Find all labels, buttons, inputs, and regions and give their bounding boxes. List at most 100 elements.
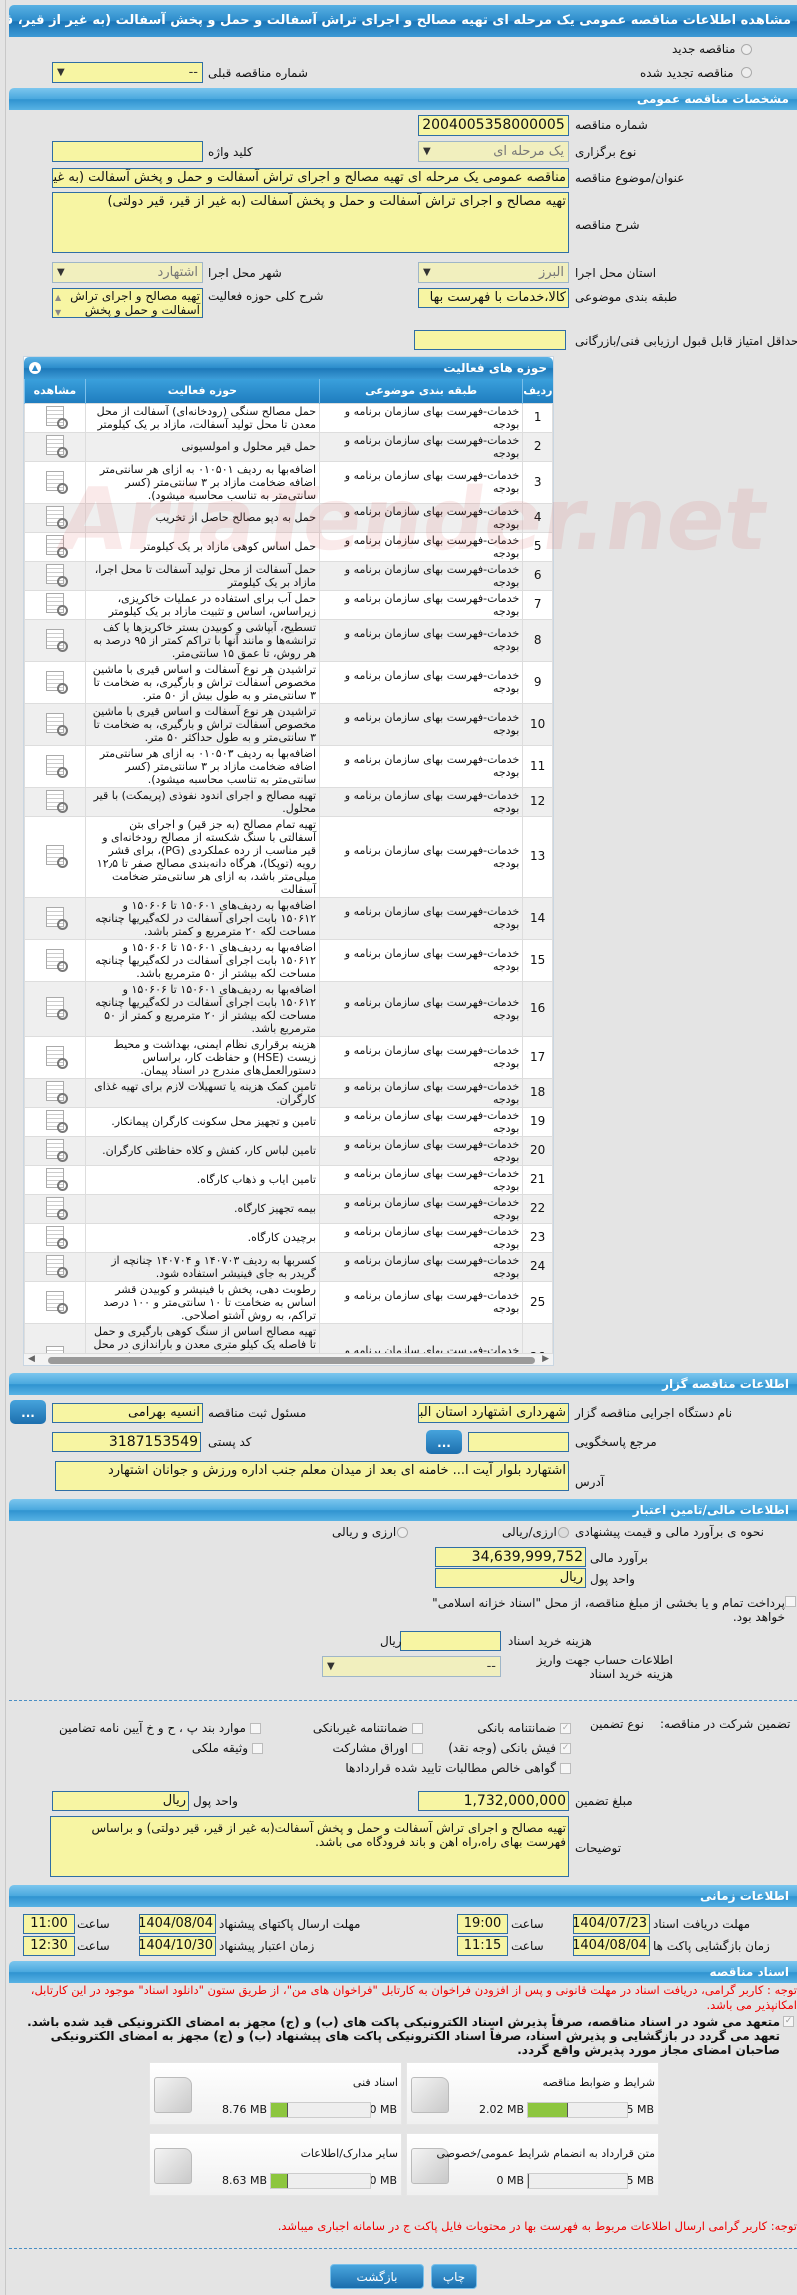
folder-icon[interactable] — [411, 2077, 449, 2113]
radio-currency-and-rial[interactable] — [397, 1527, 408, 1538]
guarantee-checkbox[interactable]: ✓ — [560, 1743, 571, 1754]
validity-date[interactable]: 1404/10/30 — [139, 1936, 216, 1956]
view-button[interactable] — [24, 431, 86, 462]
opening-time[interactable]: 11:15 — [457, 1936, 508, 1956]
view-button[interactable] — [24, 531, 86, 562]
organizer-name-field[interactable]: شهرداری اشتهارد استان البرز — [418, 1403, 569, 1423]
description-field[interactable]: تهیه مصالح و اجرای تراش آسفالت و حمل و پ… — [52, 192, 569, 253]
view-document-icon[interactable] — [45, 435, 68, 458]
submit-deadline-time[interactable]: 11:00 — [23, 1914, 75, 1934]
guarantee-currency-field[interactable]: ریال — [52, 1791, 189, 1811]
guarantee-checkbox[interactable] — [560, 1763, 571, 1774]
document-card[interactable]: شرایط و ضوابط مناقصه 5 MB 2.02 MB — [406, 2062, 659, 2125]
reference-field[interactable] — [468, 1432, 569, 1452]
guarantee-checkbox[interactable] — [412, 1723, 423, 1734]
view-button[interactable] — [24, 938, 86, 982]
view-document-icon[interactable] — [45, 1139, 68, 1162]
keyword-field[interactable] — [52, 141, 203, 162]
min-score-field[interactable] — [414, 330, 566, 350]
scroll-right-icon[interactable]: ▶ — [542, 1354, 549, 1364]
view-button[interactable] — [24, 744, 86, 788]
radio-rial[interactable] — [558, 1527, 569, 1538]
view-document-icon[interactable] — [45, 1168, 68, 1191]
doc-deadline-date[interactable]: 1404/07/23 — [573, 1914, 650, 1934]
commitment-checkbox[interactable]: ✓ — [783, 2016, 794, 2027]
document-card[interactable]: متن قرارداد به انضمام شرایط عمومی/خصوصی … — [406, 2133, 659, 2196]
view-button[interactable] — [24, 1035, 86, 1079]
view-document-icon[interactable] — [45, 535, 68, 558]
view-button[interactable] — [24, 589, 86, 620]
postal-code-field[interactable]: 3187153549 — [52, 1432, 201, 1452]
view-document-icon[interactable] — [45, 506, 68, 529]
collapse-icon[interactable]: ▲ — [29, 362, 41, 374]
view-button[interactable] — [24, 402, 86, 433]
activity-scope-listbox[interactable]: تهیه مصالح و اجرای تراش آسفالت و حمل و پ… — [52, 288, 203, 318]
city-select[interactable]: اشتهارد ▼ — [52, 262, 203, 283]
guarantee-checkbox[interactable]: ✓ — [560, 1723, 571, 1734]
view-button[interactable] — [24, 1251, 86, 1282]
guarantee-notes-field[interactable]: تهیه مصالح و اجرای تراش آسفالت و حمل و پ… — [50, 1816, 569, 1877]
view-button[interactable] — [24, 618, 86, 662]
estimate-field[interactable]: 34,639,999,752 — [435, 1547, 586, 1567]
view-button[interactable] — [24, 815, 86, 898]
guarantee-checkbox[interactable] — [412, 1743, 423, 1754]
document-card[interactable]: اسناد فنی 50 MB 8.76 MB — [149, 2062, 402, 2125]
view-document-icon[interactable] — [45, 712, 68, 736]
tender-type-select[interactable]: یک مرحله ای ▼ — [418, 141, 569, 162]
view-document-icon[interactable] — [45, 1226, 68, 1249]
view-document-icon[interactable] — [45, 593, 68, 616]
view-document-icon[interactable] — [45, 1255, 68, 1278]
view-document-icon[interactable] — [45, 1110, 68, 1133]
view-document-icon[interactable] — [45, 406, 68, 429]
view-button[interactable] — [24, 1164, 86, 1195]
view-button[interactable] — [24, 980, 86, 1037]
guarantee-checkbox[interactable] — [252, 1743, 263, 1754]
view-button[interactable] — [24, 502, 86, 533]
view-document-icon[interactable] — [45, 790, 68, 813]
view-document-icon[interactable] — [45, 1290, 68, 1314]
view-button[interactable] — [24, 1222, 86, 1253]
scroll-down-icon[interactable]: ▼ — [55, 306, 61, 317]
back-button[interactable]: بازگشت — [330, 2264, 424, 2289]
tender-number-field[interactable]: 2004005358000005 — [418, 115, 569, 136]
currency-field[interactable]: ریال — [435, 1568, 586, 1588]
view-document-icon[interactable] — [45, 670, 68, 694]
responsible-field[interactable]: انسیه بهرامی — [52, 1403, 203, 1423]
responsible-lookup-button[interactable]: ... — [10, 1400, 46, 1424]
view-document-icon[interactable] — [45, 564, 68, 587]
view-document-icon[interactable] — [45, 628, 68, 652]
view-document-icon[interactable] — [45, 754, 68, 778]
view-button[interactable] — [24, 786, 86, 817]
province-select[interactable]: البرز ▼ — [418, 262, 569, 283]
scroll-up-icon[interactable]: ▲ — [55, 291, 61, 305]
submit-deadline-date[interactable]: 1404/08/04 — [139, 1914, 216, 1934]
opening-date[interactable]: 1404/08/04 — [573, 1936, 650, 1956]
reference-lookup-button[interactable]: ... — [426, 1430, 462, 1454]
view-button[interactable] — [24, 460, 86, 504]
view-button[interactable] — [24, 560, 86, 591]
view-document-icon[interactable] — [45, 906, 68, 930]
view-document-icon[interactable] — [45, 845, 68, 868]
view-document-icon[interactable] — [45, 1045, 68, 1069]
validity-time[interactable]: 12:30 — [23, 1936, 75, 1956]
view-document-icon[interactable] — [45, 997, 68, 1020]
view-button[interactable] — [24, 702, 86, 746]
radio-new-tender[interactable] — [741, 44, 752, 55]
folder-icon[interactable] — [154, 2148, 192, 2184]
scroll-left-icon[interactable]: ◀ — [28, 1354, 35, 1364]
radio-renewed-tender[interactable] — [741, 67, 752, 78]
view-button[interactable] — [24, 1135, 86, 1166]
category-field[interactable]: کالا،خدمات با فهرست بها — [418, 288, 569, 308]
view-document-icon[interactable] — [45, 470, 68, 494]
scrollbar-thumb[interactable] — [48, 1357, 535, 1364]
view-button[interactable] — [24, 1077, 86, 1108]
view-document-icon[interactable] — [45, 948, 68, 972]
guarantee-amount-field[interactable]: 1,732,000,000 — [418, 1791, 569, 1811]
view-document-icon[interactable] — [45, 1081, 68, 1104]
account-select[interactable]: -- ▼ — [322, 1656, 501, 1677]
folder-icon[interactable] — [154, 2077, 192, 2113]
view-button[interactable] — [24, 660, 86, 704]
address-field[interactable]: اشتهارد بلوار آیت ا... خامنه ای بعد از م… — [55, 1461, 569, 1491]
prev-number-select[interactable]: -- ▼ — [52, 62, 203, 83]
print-button[interactable]: چاپ — [431, 2264, 477, 2289]
